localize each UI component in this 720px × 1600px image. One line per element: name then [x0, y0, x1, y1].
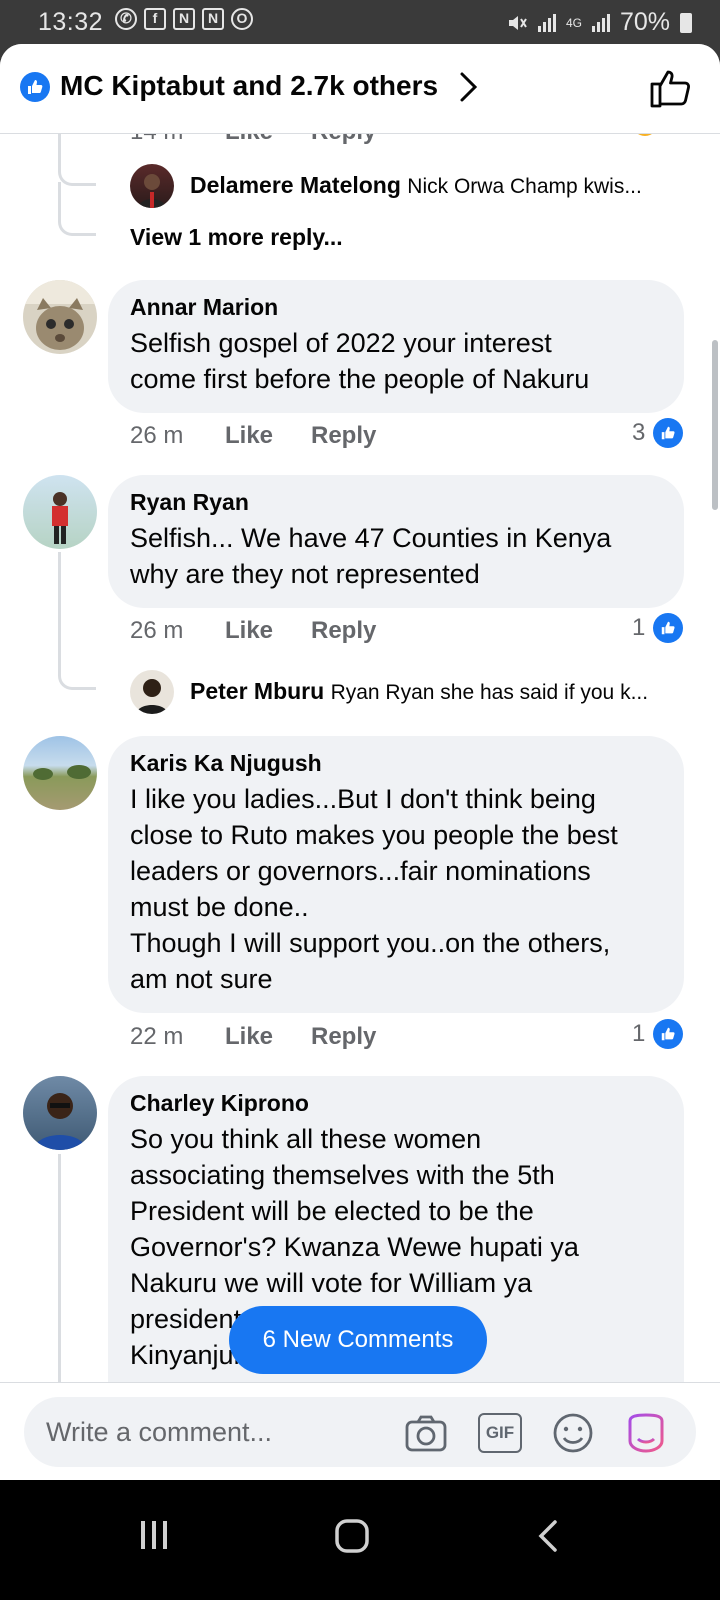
reaction-count[interactable]: 3 — [632, 418, 684, 448]
reaction-count[interactable]: 1 — [632, 1019, 684, 1049]
signal-icon — [537, 13, 556, 32]
comment-bubble[interactable]: Ryan Ryan Selfish... We have 47 Counties… — [108, 475, 684, 608]
avatar-sticker-icon[interactable] — [624, 1411, 668, 1455]
avatar-ryan-ryan[interactable] — [23, 475, 97, 549]
opera-icon: O — [231, 8, 253, 30]
reaction-number: 1 — [632, 614, 646, 641]
chevron-right-icon[interactable] — [458, 70, 480, 104]
comment-placeholder[interactable]: Write a comment... — [46, 1417, 272, 1448]
thread-elbow — [58, 634, 96, 690]
reply-preview-delamere[interactable]: Delamere Matelong Nick Orwa Champ kwis..… — [190, 172, 690, 199]
home-icon[interactable] — [334, 1518, 370, 1554]
reply-author[interactable]: Delamere Matelong — [190, 172, 401, 198]
reactions-title[interactable]: MC Kiptabut and 2.7k others — [60, 70, 438, 102]
comment-bubble[interactable]: Annar Marion Selfish gospel of 2022 your… — [108, 280, 684, 413]
reply-button[interactable]: Reply — [311, 617, 376, 645]
screen: 13:32 ✆ f N N O 4G 70% MC Kiptabut and 2… — [0, 0, 720, 1600]
back-icon[interactable] — [536, 1518, 560, 1554]
like-button[interactable]: Like — [225, 422, 311, 450]
comment-composer: Write a comment... GIF — [0, 1382, 720, 1480]
comment-author[interactable]: Ryan Ryan — [130, 489, 662, 516]
comment-bubble[interactable]: Karis Ka Njugush I like you ladies...But… — [108, 736, 684, 1013]
mute-icon — [508, 15, 527, 30]
like-reaction-icon — [653, 1019, 684, 1049]
reply-button[interactable]: Reply — [311, 422, 376, 450]
n-app-icon-2: N — [202, 8, 224, 30]
n-app-icon: N — [173, 8, 195, 30]
comment-actions: 26 m Like Reply — [130, 422, 376, 450]
status-time: 13:32 — [38, 8, 104, 36]
avatar-annar-marion[interactable] — [23, 280, 97, 354]
reply-text: Nick Orwa Champ kwis... — [407, 175, 642, 198]
avatar-peter-mburu[interactable] — [130, 670, 174, 714]
comment-actions: 22 m Like Reply — [130, 1023, 376, 1051]
whatsapp-icon: ✆ — [115, 8, 137, 30]
reaction-number: 3 — [632, 419, 646, 446]
avatar-charley-kiprono[interactable] — [23, 1076, 97, 1150]
like-button[interactable]: Like — [225, 617, 311, 645]
comments-sheet: MC Kiptabut and 2.7k others 14 mLikeRepl… — [0, 44, 720, 1512]
gif-button[interactable]: GIF — [478, 1413, 522, 1453]
comment-time: 26 m — [130, 422, 184, 449]
like-reaction-icon — [653, 613, 684, 643]
comment-actions: 26 m Like Reply — [130, 617, 376, 645]
network-type: 4G — [565, 15, 582, 30]
view-more-replies[interactable]: View 1 more reply... — [130, 224, 343, 251]
reply-author[interactable]: Peter Mburu — [190, 678, 324, 704]
like-reaction-icon — [20, 72, 50, 102]
reaction-count[interactable]: 1 — [632, 613, 684, 643]
reaction-number: 1 — [632, 1020, 646, 1047]
reply-button[interactable]: Reply — [311, 1023, 376, 1051]
comment-text: Selfish... We have 47 Counties in Kenya … — [130, 523, 612, 589]
recent-apps-icon[interactable] — [138, 1518, 170, 1552]
system-navigation-bar — [0, 1480, 720, 1600]
facebook-icon: f — [144, 8, 166, 30]
comment-author[interactable]: Karis Ka Njugush — [130, 750, 662, 777]
comments-list[interactable]: 14 mLikeReply Delamere Matelong Nick Orw… — [0, 134, 720, 1454]
scrollbar[interactable] — [712, 340, 718, 510]
gif-label: GIF — [485, 1423, 515, 1442]
thread-elbow — [58, 134, 96, 186]
like-reaction-icon — [653, 418, 684, 448]
notification-icons: ✆ f N N O — [115, 8, 253, 30]
avatar-delamere[interactable] — [130, 164, 174, 208]
comment-time: 22 m — [130, 1023, 184, 1050]
status-right: 4G 70% — [506, 8, 692, 37]
comment-text: Selfish gospel of 2022 your interest com… — [130, 328, 590, 394]
battery-icon — [680, 12, 692, 33]
reply-text: Ryan Ryan she has said if you k... — [330, 681, 649, 704]
comment-time: 26 m — [130, 617, 184, 644]
reply-preview-peter[interactable]: Peter Mburu Ryan Ryan she has said if yo… — [190, 678, 690, 705]
partial-reaction-badge — [632, 134, 658, 136]
thread-elbow — [58, 182, 96, 236]
reactions-header[interactable]: MC Kiptabut and 2.7k others — [0, 44, 720, 134]
avatar-karis-ka-njugush[interactable] — [23, 736, 97, 810]
new-comments-button[interactable]: 6 New Comments — [229, 1306, 487, 1374]
comment-text: I like you ladies...But I don't think be… — [130, 784, 618, 994]
battery-percent: 70% — [619, 8, 670, 36]
like-button-icon[interactable] — [648, 66, 692, 110]
signal-icon-2 — [591, 13, 610, 32]
partial-actions-row: 14 mLikeReply — [130, 134, 376, 146]
emoji-icon[interactable] — [551, 1411, 595, 1455]
like-button[interactable]: Like — [225, 1023, 311, 1051]
comment-input[interactable]: Write a comment... GIF — [24, 1397, 696, 1467]
status-bar: 13:32 ✆ f N N O 4G 70% — [0, 0, 720, 46]
comment-author[interactable]: Charley Kiprono — [130, 1090, 662, 1117]
camera-icon[interactable] — [404, 1411, 448, 1455]
comment-author[interactable]: Annar Marion — [130, 294, 662, 321]
